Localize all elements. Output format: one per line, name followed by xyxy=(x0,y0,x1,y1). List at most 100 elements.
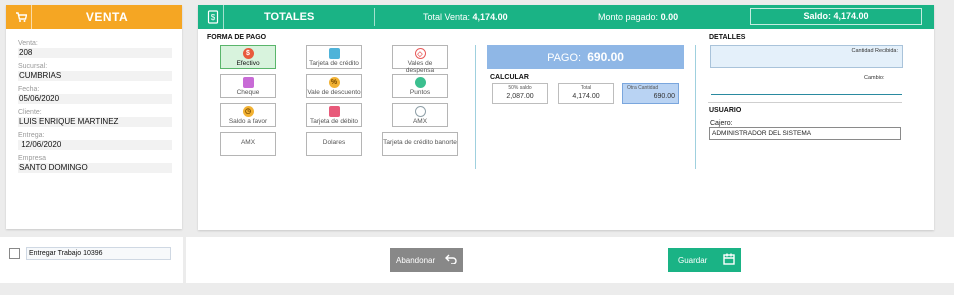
pay-vale-descuento-button[interactable]: % Vale de descuento xyxy=(306,74,362,98)
calendar-icon xyxy=(723,253,735,267)
pay-saldo-favor-button[interactable]: ◷ Saldo a favor xyxy=(220,103,276,127)
guardar-label: Guardar xyxy=(678,255,708,265)
detalles-title: DETALLES xyxy=(709,34,746,41)
bottom-left-panel xyxy=(0,237,183,283)
cheque-icon xyxy=(242,77,254,88)
entregar-checkbox[interactable] xyxy=(9,248,20,259)
divider xyxy=(708,102,902,103)
pay-label: Puntos xyxy=(409,89,431,96)
header-divider xyxy=(374,8,375,26)
pay-amx-button[interactable]: AMX xyxy=(220,132,276,156)
pay-amx-button[interactable]: AMX xyxy=(392,103,448,127)
bottom-action-bar xyxy=(186,237,954,283)
pay-cheque-button[interactable]: Cheque xyxy=(220,74,276,98)
monto-pagado-value: 0.00 xyxy=(660,12,679,22)
calc-label: Total xyxy=(580,85,592,91)
total-venta-label: Total Venta: xyxy=(423,12,473,22)
cambio-underline xyxy=(711,94,902,95)
divider xyxy=(695,45,696,169)
field-label: Cliente: xyxy=(18,109,42,116)
total-venta-value: 4,174.00 xyxy=(472,12,508,22)
pay-puntos-button[interactable]: Puntos xyxy=(392,74,448,98)
entregar-label: Entregar Trabajo 10396 xyxy=(26,247,171,260)
calc-otra-cantidad-button[interactable]: Otra Cantidad 690.00 xyxy=(622,83,679,104)
field-value: LUIS ENRIQUE MARTINEZ xyxy=(18,117,172,127)
credit-card-icon xyxy=(328,48,340,59)
pay-vales-despensa-button[interactable]: ◇ Vales de despensa xyxy=(392,45,448,74)
pay-label: AMX xyxy=(240,139,256,146)
calc-value: 2,087.00 xyxy=(506,93,534,100)
pay-label: Tarjeta de débito xyxy=(309,118,359,125)
calc-50-saldo-button[interactable]: 50% saldo 2,087.00 xyxy=(492,83,548,104)
pago-display: PAGO: 690.00 xyxy=(487,45,684,69)
receipt-icon: $ xyxy=(202,5,224,29)
calc-value: 690.00 xyxy=(653,93,675,100)
venta-panel: VENTA Venta: 208 Sucursal: CUMBRIAS Fech… xyxy=(6,5,182,229)
monto-pagado: Monto pagado: 0.00 xyxy=(598,12,678,22)
usuario-title: USUARIO xyxy=(709,107,742,114)
field-label: Fecha: xyxy=(18,86,40,93)
pay-tarjeta-credito-button[interactable]: Tarjeta de crédito xyxy=(306,45,362,69)
field-label: Empresa xyxy=(18,155,47,162)
field-value: 208 xyxy=(18,48,172,58)
cantidad-recibida-field[interactable]: Cantidad Recibida: xyxy=(710,45,903,68)
monto-pagado-label: Monto pagado: xyxy=(598,12,661,22)
saldo-value: 4,174.00 xyxy=(833,11,869,21)
pay-label: Vale de descuento xyxy=(307,89,361,96)
saldo-label: Saldo: xyxy=(803,11,834,21)
field-cliente: Cliente: LUIS ENRIQUE MARTINEZ xyxy=(18,109,172,127)
field-fecha: Fecha: 05/06/2020 xyxy=(18,86,172,104)
clock-icon: ◷ xyxy=(242,106,254,117)
cart-icon xyxy=(10,5,32,29)
svg-text:$: $ xyxy=(210,13,215,22)
field-label: Sucursal: xyxy=(18,63,48,70)
pay-efectivo-button[interactable]: $ Efectivo xyxy=(220,45,276,69)
abandonar-button[interactable]: Abandonar xyxy=(390,248,463,272)
venta-title: VENTA xyxy=(85,10,129,24)
field-label: Entrega: xyxy=(18,132,45,139)
total-venta: Total Venta: 4,174.00 xyxy=(423,12,508,22)
totales-header: $ TOTALES Total Venta: 4,174.00 Monto pa… xyxy=(198,5,934,29)
calc-label: 50% saldo xyxy=(508,85,532,91)
main-panel: $ TOTALES Total Venta: 4,174.00 Monto pa… xyxy=(198,5,934,230)
field-value: 12/06/2020 xyxy=(18,140,172,150)
calc-total-button[interactable]: Total 4,174.00 xyxy=(558,83,614,104)
cantidad-recibida-label: Cantidad Recibida: xyxy=(851,48,898,54)
pay-label: Vales de despensa xyxy=(405,60,435,74)
saldo-box: Saldo: 4,174.00 xyxy=(750,8,922,25)
field-venta: Venta: 208 xyxy=(18,40,172,58)
pay-label: Saldo a favor xyxy=(228,118,268,125)
cambio-label: Cambio: xyxy=(864,75,885,81)
cajero-field[interactable]: ADMINISTRADOR DEL SISTEMA xyxy=(709,127,901,140)
cajero-label: Cajero: xyxy=(710,120,733,127)
debit-card-icon xyxy=(328,106,340,117)
pay-tarjeta-banorte-button[interactable]: Tarjeta de crédito banorte xyxy=(382,132,458,156)
percent-icon: % xyxy=(328,77,340,88)
calcular-title: CALCULAR xyxy=(490,74,529,81)
field-sucursal: Sucursal: CUMBRIAS xyxy=(18,63,172,81)
pay-dolares-button[interactable]: Dolares xyxy=(306,132,362,156)
pago-label: PAGO: xyxy=(547,52,582,64)
pay-label: Cheque xyxy=(236,89,260,96)
pay-label: Tarjeta de crédito banorte xyxy=(383,139,457,146)
calc-value: 4,174.00 xyxy=(572,93,600,100)
pago-value: 690.00 xyxy=(587,50,624,64)
pay-tarjeta-debito-button[interactable]: Tarjeta de débito xyxy=(306,103,362,127)
undo-icon xyxy=(445,254,457,266)
pay-label: AMX xyxy=(412,118,428,125)
coin-icon: $ xyxy=(242,48,254,59)
pay-label: Efectivo xyxy=(236,60,260,67)
divider xyxy=(475,45,476,169)
venta-header: VENTA xyxy=(6,5,182,29)
field-empresa: Empresa SANTO DOMINGO xyxy=(18,155,172,173)
field-value: CUMBRIAS xyxy=(18,71,172,81)
pay-label: Dolares xyxy=(322,139,346,146)
calc-label: Otra Cantidad xyxy=(627,85,659,91)
totales-title: TOTALES xyxy=(264,11,315,23)
pay-label: Tarjeta de crédito xyxy=(309,60,359,67)
field-value: 05/06/2020 xyxy=(18,94,172,104)
forma-pago-title: FORMA DE PAGO xyxy=(207,34,267,41)
guardar-button[interactable]: Guardar xyxy=(668,248,741,272)
ticket-icon: ◇ xyxy=(414,48,426,59)
field-value: SANTO DOMINGO xyxy=(18,163,172,173)
